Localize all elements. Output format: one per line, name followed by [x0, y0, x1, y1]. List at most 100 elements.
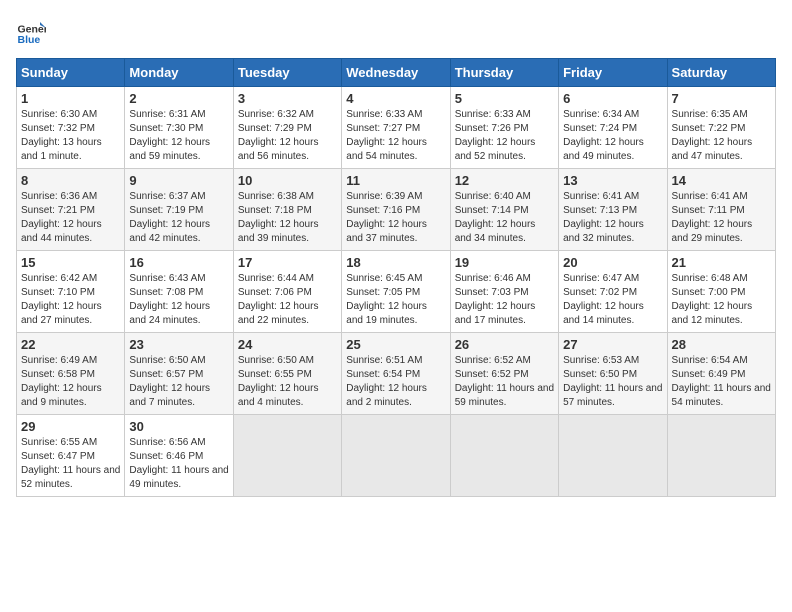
- calendar-cell: 9 Sunrise: 6:37 AMSunset: 7:19 PMDayligh…: [125, 169, 233, 251]
- weekday-header: Monday: [125, 59, 233, 87]
- day-info: Sunrise: 6:44 AMSunset: 7:06 PMDaylight:…: [238, 273, 319, 326]
- day-number: 27: [563, 337, 662, 352]
- logo-icon: General Blue: [16, 16, 46, 46]
- calendar-table: SundayMondayTuesdayWednesdayThursdayFrid…: [16, 58, 776, 497]
- day-number: 24: [238, 337, 337, 352]
- day-number: 28: [672, 337, 771, 352]
- day-info: Sunrise: 6:47 AMSunset: 7:02 PMDaylight:…: [563, 273, 644, 326]
- calendar-cell: 29 Sunrise: 6:55 AMSunset: 6:47 PMDaylig…: [17, 415, 125, 497]
- calendar-cell: 30 Sunrise: 6:56 AMSunset: 6:46 PMDaylig…: [125, 415, 233, 497]
- day-number: 15: [21, 255, 120, 270]
- calendar-cell: 20 Sunrise: 6:47 AMSunset: 7:02 PMDaylig…: [559, 251, 667, 333]
- day-number: 7: [672, 91, 771, 106]
- day-number: 29: [21, 419, 120, 434]
- page-header: General Blue: [16, 16, 776, 46]
- calendar-week-row: 15 Sunrise: 6:42 AMSunset: 7:10 PMDaylig…: [17, 251, 776, 333]
- calendar-cell: 8 Sunrise: 6:36 AMSunset: 7:21 PMDayligh…: [17, 169, 125, 251]
- day-number: 11: [346, 173, 445, 188]
- day-info: Sunrise: 6:43 AMSunset: 7:08 PMDaylight:…: [129, 273, 210, 326]
- day-info: Sunrise: 6:41 AMSunset: 7:11 PMDaylight:…: [672, 191, 753, 244]
- day-number: 13: [563, 173, 662, 188]
- weekday-header: Saturday: [667, 59, 775, 87]
- calendar-cell: 2 Sunrise: 6:31 AMSunset: 7:30 PMDayligh…: [125, 87, 233, 169]
- day-number: 10: [238, 173, 337, 188]
- day-info: Sunrise: 6:33 AMSunset: 7:27 PMDaylight:…: [346, 109, 427, 162]
- day-number: 19: [455, 255, 554, 270]
- day-number: 20: [563, 255, 662, 270]
- calendar-cell: 14 Sunrise: 6:41 AMSunset: 7:11 PMDaylig…: [667, 169, 775, 251]
- day-info: Sunrise: 6:40 AMSunset: 7:14 PMDaylight:…: [455, 191, 536, 244]
- calendar-cell: 11 Sunrise: 6:39 AMSunset: 7:16 PMDaylig…: [342, 169, 450, 251]
- calendar-cell: [233, 415, 341, 497]
- day-info: Sunrise: 6:42 AMSunset: 7:10 PMDaylight:…: [21, 273, 102, 326]
- calendar-week-row: 29 Sunrise: 6:55 AMSunset: 6:47 PMDaylig…: [17, 415, 776, 497]
- day-info: Sunrise: 6:39 AMSunset: 7:16 PMDaylight:…: [346, 191, 427, 244]
- day-info: Sunrise: 6:49 AMSunset: 6:58 PMDaylight:…: [21, 355, 102, 408]
- day-number: 30: [129, 419, 228, 434]
- day-info: Sunrise: 6:51 AMSunset: 6:54 PMDaylight:…: [346, 355, 427, 408]
- calendar-week-row: 1 Sunrise: 6:30 AMSunset: 7:32 PMDayligh…: [17, 87, 776, 169]
- day-number: 14: [672, 173, 771, 188]
- calendar-cell: 22 Sunrise: 6:49 AMSunset: 6:58 PMDaylig…: [17, 333, 125, 415]
- weekday-header: Thursday: [450, 59, 558, 87]
- calendar-cell: 5 Sunrise: 6:33 AMSunset: 7:26 PMDayligh…: [450, 87, 558, 169]
- calendar-cell: 24 Sunrise: 6:50 AMSunset: 6:55 PMDaylig…: [233, 333, 341, 415]
- day-number: 5: [455, 91, 554, 106]
- day-number: 17: [238, 255, 337, 270]
- day-info: Sunrise: 6:35 AMSunset: 7:22 PMDaylight:…: [672, 109, 753, 162]
- day-number: 9: [129, 173, 228, 188]
- logo: General Blue: [16, 16, 46, 46]
- calendar-cell: 26 Sunrise: 6:52 AMSunset: 6:52 PMDaylig…: [450, 333, 558, 415]
- day-info: Sunrise: 6:55 AMSunset: 6:47 PMDaylight:…: [21, 437, 120, 490]
- weekday-header: Tuesday: [233, 59, 341, 87]
- weekday-header-row: SundayMondayTuesdayWednesdayThursdayFrid…: [17, 59, 776, 87]
- calendar-cell: 15 Sunrise: 6:42 AMSunset: 7:10 PMDaylig…: [17, 251, 125, 333]
- day-info: Sunrise: 6:30 AMSunset: 7:32 PMDaylight:…: [21, 109, 102, 162]
- day-number: 16: [129, 255, 228, 270]
- day-number: 3: [238, 91, 337, 106]
- calendar-cell: [667, 415, 775, 497]
- calendar-cell: 13 Sunrise: 6:41 AMSunset: 7:13 PMDaylig…: [559, 169, 667, 251]
- calendar-cell: [342, 415, 450, 497]
- calendar-cell: 18 Sunrise: 6:45 AMSunset: 7:05 PMDaylig…: [342, 251, 450, 333]
- calendar-cell: 27 Sunrise: 6:53 AMSunset: 6:50 PMDaylig…: [559, 333, 667, 415]
- day-number: 6: [563, 91, 662, 106]
- day-number: 26: [455, 337, 554, 352]
- weekday-header: Friday: [559, 59, 667, 87]
- day-info: Sunrise: 6:36 AMSunset: 7:21 PMDaylight:…: [21, 191, 102, 244]
- day-number: 25: [346, 337, 445, 352]
- calendar-cell: 7 Sunrise: 6:35 AMSunset: 7:22 PMDayligh…: [667, 87, 775, 169]
- day-info: Sunrise: 6:45 AMSunset: 7:05 PMDaylight:…: [346, 273, 427, 326]
- calendar-cell: 23 Sunrise: 6:50 AMSunset: 6:57 PMDaylig…: [125, 333, 233, 415]
- day-info: Sunrise: 6:50 AMSunset: 6:55 PMDaylight:…: [238, 355, 319, 408]
- day-info: Sunrise: 6:32 AMSunset: 7:29 PMDaylight:…: [238, 109, 319, 162]
- calendar-week-row: 22 Sunrise: 6:49 AMSunset: 6:58 PMDaylig…: [17, 333, 776, 415]
- calendar-week-row: 8 Sunrise: 6:36 AMSunset: 7:21 PMDayligh…: [17, 169, 776, 251]
- svg-text:Blue: Blue: [18, 34, 41, 46]
- calendar-cell: 4 Sunrise: 6:33 AMSunset: 7:27 PMDayligh…: [342, 87, 450, 169]
- calendar-cell: [450, 415, 558, 497]
- day-number: 2: [129, 91, 228, 106]
- weekday-header: Wednesday: [342, 59, 450, 87]
- day-info: Sunrise: 6:56 AMSunset: 6:46 PMDaylight:…: [129, 437, 228, 490]
- calendar-cell: 10 Sunrise: 6:38 AMSunset: 7:18 PMDaylig…: [233, 169, 341, 251]
- day-info: Sunrise: 6:50 AMSunset: 6:57 PMDaylight:…: [129, 355, 210, 408]
- calendar-cell: [559, 415, 667, 497]
- calendar-cell: 28 Sunrise: 6:54 AMSunset: 6:49 PMDaylig…: [667, 333, 775, 415]
- day-number: 21: [672, 255, 771, 270]
- day-number: 12: [455, 173, 554, 188]
- day-info: Sunrise: 6:48 AMSunset: 7:00 PMDaylight:…: [672, 273, 753, 326]
- day-info: Sunrise: 6:37 AMSunset: 7:19 PMDaylight:…: [129, 191, 210, 244]
- calendar-cell: 6 Sunrise: 6:34 AMSunset: 7:24 PMDayligh…: [559, 87, 667, 169]
- day-info: Sunrise: 6:31 AMSunset: 7:30 PMDaylight:…: [129, 109, 210, 162]
- day-info: Sunrise: 6:41 AMSunset: 7:13 PMDaylight:…: [563, 191, 644, 244]
- day-info: Sunrise: 6:53 AMSunset: 6:50 PMDaylight:…: [563, 355, 662, 408]
- calendar-cell: 1 Sunrise: 6:30 AMSunset: 7:32 PMDayligh…: [17, 87, 125, 169]
- calendar-cell: 19 Sunrise: 6:46 AMSunset: 7:03 PMDaylig…: [450, 251, 558, 333]
- day-info: Sunrise: 6:34 AMSunset: 7:24 PMDaylight:…: [563, 109, 644, 162]
- calendar-cell: 21 Sunrise: 6:48 AMSunset: 7:00 PMDaylig…: [667, 251, 775, 333]
- day-info: Sunrise: 6:54 AMSunset: 6:49 PMDaylight:…: [672, 355, 771, 408]
- day-info: Sunrise: 6:46 AMSunset: 7:03 PMDaylight:…: [455, 273, 536, 326]
- weekday-header: Sunday: [17, 59, 125, 87]
- day-number: 22: [21, 337, 120, 352]
